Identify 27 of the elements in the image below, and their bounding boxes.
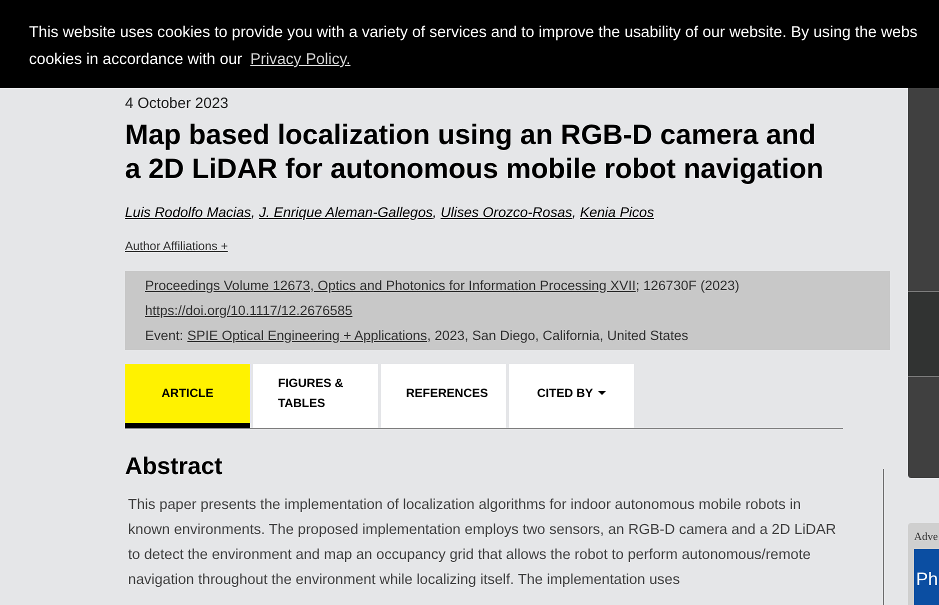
publication-date: 4 October 2023 [125,94,230,114]
separator-comma: , [572,202,576,222]
article-title: Map based localization using an RGB-D camera and a 2D LiDAR for autonomous mobile robot navigation [125,118,824,186]
abstract-heading: Abstract [125,452,224,482]
author-link[interactable]: Luis Rodolfo Macias [125,202,252,222]
separator-comma: , [251,202,255,222]
author-link[interactable]: Ulises Orozco-Rosas [440,202,572,222]
article-tab[interactable]: CITED BY [509,364,634,428]
author-link[interactable]: Kenia Picos [580,202,654,222]
article-tab[interactable]: FIGURES & TABLES [253,364,378,428]
advertisement-label: Adve [914,530,939,545]
advertisement-banner: Ph [914,548,939,605]
abstract-text: This paper presents the implementation of localization algorithms for indoor autonomous mobile robots in known environments. The proposed implementation employs two sensors, an RGB-D camera and a 2D LiDAR to detect the environment and map an occupancy grid that allows the robot to perform autonomous/remote navigation throughout the environment while localizing itself. The implementation uses [128,496,838,590]
doi-link[interactable]: https://doi.org/10.1117/12.2676585 [145,298,352,322]
article-tab[interactable]: REFERENCES [381,364,506,428]
cookie-notice-text: This website uses cookies to provide you with a variety of services and to improve the usability of our website. By using the webs [29,23,918,43]
proceedings-link[interactable]: Proceedings Volume 12673, Optics and Photonics for Information Processing XVII [145,272,636,298]
privacy-policy-link[interactable]: Privacy Policy. [250,46,350,73]
proceedings-number: ; 126730F (2023) [636,276,740,295]
separator-comma: , [432,202,437,222]
author-link[interactable]: J. Enrique Aleman-Gallegos [258,202,433,222]
cookie-notice-text: cookies in accordance with our [29,50,242,70]
article-tab[interactable]: ARTICLE [125,364,250,428]
event-link[interactable]: SPIE Optical Engineering + Applications [187,322,428,348]
event-details: , 2023, San Diego, California, United States [427,326,688,345]
author-affiliations-link[interactable]: Author Affiliations + [125,236,228,254]
event-label: Event: [145,326,184,344]
